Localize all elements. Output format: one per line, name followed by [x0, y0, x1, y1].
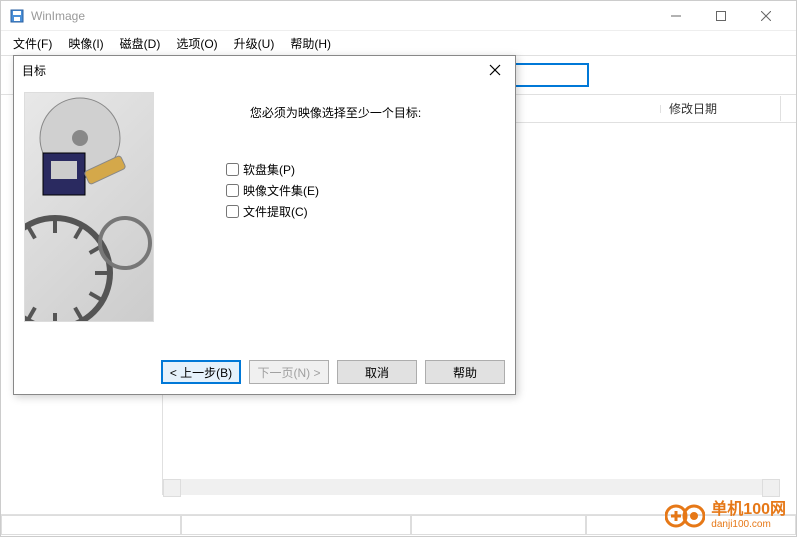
main-window: WinImage 文件(F) 映像(I) 磁盘(D) 选项(O) 升级(U) 帮… [0, 0, 797, 537]
wizard-image [24, 92, 154, 322]
checkbox-imageset[interactable]: 映像文件集(E) [226, 182, 505, 199]
checkbox-extract-label: 文件提取(C) [243, 203, 308, 220]
checkbox-floppy[interactable]: 软盘集(P) [226, 161, 505, 178]
menu-file[interactable]: 文件(F) [5, 33, 60, 54]
checkbox-floppy-input[interactable] [226, 163, 239, 176]
cancel-button[interactable]: 取消 [337, 360, 417, 384]
close-button[interactable] [743, 2, 788, 30]
wizard-heading: 您必须为映像选择至少一个目标: [166, 104, 505, 121]
dialog-body: 您必须为映像选择至少一个目标: 软盘集(P) 映像文件集(E) 文件提取(C) [14, 84, 515, 344]
checkbox-extract-input[interactable] [226, 205, 239, 218]
window-controls [653, 2, 788, 30]
dialog-titlebar[interactable]: 目标 [14, 56, 515, 84]
menu-disk[interactable]: 磁盘(D) [112, 33, 169, 54]
titlebar: WinImage [1, 1, 796, 31]
watermark-name: 单机100网 [711, 501, 786, 519]
menu-help[interactable]: 帮助(H) [282, 33, 339, 54]
menubar: 文件(F) 映像(I) 磁盘(D) 选项(O) 升级(U) 帮助(H) [1, 31, 796, 55]
watermark-text: 单机100网 danji100.com [711, 501, 786, 530]
minimize-button[interactable] [653, 2, 698, 30]
column-modified[interactable]: 修改日期 [661, 96, 781, 121]
checkbox-extract[interactable]: 文件提取(C) [226, 203, 505, 220]
menu-image[interactable]: 映像(I) [60, 33, 111, 54]
wizard-content: 您必须为映像选择至少一个目标: 软盘集(P) 映像文件集(E) 文件提取(C) [166, 92, 505, 336]
help-button[interactable]: 帮助 [425, 360, 505, 384]
window-title: WinImage [31, 9, 653, 23]
dialog-title: 目标 [22, 62, 483, 79]
status-cell-1 [1, 515, 181, 535]
target-dialog: 目标 [13, 55, 516, 395]
menu-options[interactable]: 选项(O) [168, 33, 225, 54]
checkbox-group: 软盘集(P) 映像文件集(E) 文件提取(C) [226, 161, 505, 220]
app-icon [9, 8, 25, 24]
checkbox-imageset-input[interactable] [226, 184, 239, 197]
watermark-url: danji100.com [711, 519, 786, 530]
checkbox-floppy-label: 软盘集(P) [243, 161, 295, 178]
next-button: 下一页(N) > [249, 360, 329, 384]
dialog-buttons: < 上一步(B) 下一页(N) > 取消 帮助 [161, 360, 505, 384]
back-button[interactable]: < 上一步(B) [161, 360, 241, 384]
status-cell-3 [411, 515, 586, 535]
dialog-close-button[interactable] [483, 58, 507, 82]
checkbox-imageset-label: 映像文件集(E) [243, 182, 319, 199]
menu-upgrade[interactable]: 升级(U) [226, 33, 283, 54]
horizontal-scrollbar[interactable] [163, 479, 780, 495]
status-cell-2 [181, 515, 411, 535]
watermark: 单机100网 danji100.com [665, 501, 786, 530]
watermark-icon [665, 503, 705, 529]
maximize-button[interactable] [698, 2, 743, 30]
